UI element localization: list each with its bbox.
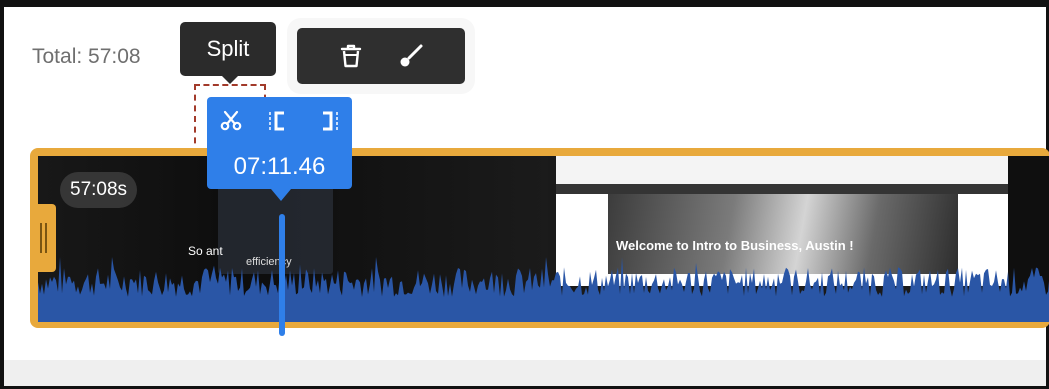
total-duration-label: Total: 57:08 xyxy=(32,45,141,68)
playhead-line[interactable] xyxy=(279,214,285,336)
trim-end-icon[interactable] xyxy=(313,106,343,136)
bottom-strip xyxy=(4,360,1046,386)
playhead-pointer xyxy=(271,189,291,201)
track-thumbnails: So ant efficiency Welcome to Intro to Bu… xyxy=(38,156,1049,322)
playhead-time: 07:11.46 xyxy=(233,153,326,180)
trim-start-icon[interactable] xyxy=(264,106,294,136)
browser-nav-bar xyxy=(556,184,1012,194)
tooltip-arrow xyxy=(222,76,238,84)
split-tooltip: Split xyxy=(180,22,276,76)
clip-action-toolbar xyxy=(297,28,465,84)
clip-duration-badge: 57:08s xyxy=(60,172,138,208)
trim-handle-left[interactable] xyxy=(30,204,56,272)
brush-icon[interactable] xyxy=(396,41,426,71)
trash-icon[interactable] xyxy=(336,41,366,71)
playhead-tools xyxy=(207,100,352,142)
audio-waveform xyxy=(38,257,1049,322)
hero-caption: Welcome to Intro to Business, Austin ! xyxy=(616,238,854,253)
browser-header xyxy=(556,156,1012,184)
scissors-icon[interactable] xyxy=(216,106,246,136)
tooltip-text: Split xyxy=(206,36,250,61)
